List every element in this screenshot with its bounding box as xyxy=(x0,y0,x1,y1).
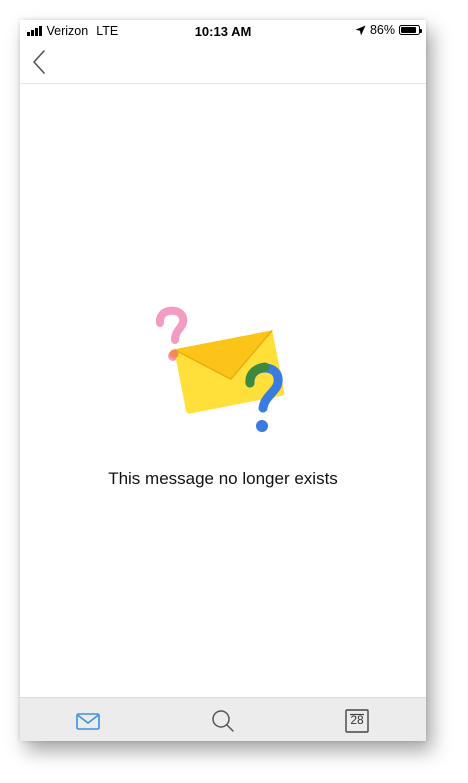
tab-calendar[interactable]: 28 xyxy=(344,708,370,734)
chevron-left-icon xyxy=(33,50,45,74)
mail-icon xyxy=(76,713,100,730)
battery-level-fill xyxy=(401,27,416,33)
calendar-day-number: 28 xyxy=(350,713,364,727)
back-button[interactable] xyxy=(30,48,50,76)
tab-bar: 28 xyxy=(20,697,426,741)
battery-percent: 86% xyxy=(369,23,395,37)
tab-search[interactable] xyxy=(210,708,236,734)
phone-screen: Verizon LTE 10:13 AM 86% This message no… xyxy=(20,20,426,741)
tab-mail[interactable] xyxy=(75,708,101,734)
search-icon xyxy=(212,710,234,732)
location-arrow-icon xyxy=(355,25,366,35)
status-bar: Verizon LTE 10:13 AM 86% xyxy=(20,20,426,42)
battery-icon xyxy=(399,25,422,35)
empty-state: This message no longer exists xyxy=(20,83,426,697)
status-right: 86% xyxy=(355,23,422,37)
envelope-question-illustration xyxy=(150,295,300,440)
nav-bar xyxy=(20,42,426,84)
empty-state-message: This message no longer exists xyxy=(108,469,338,488)
